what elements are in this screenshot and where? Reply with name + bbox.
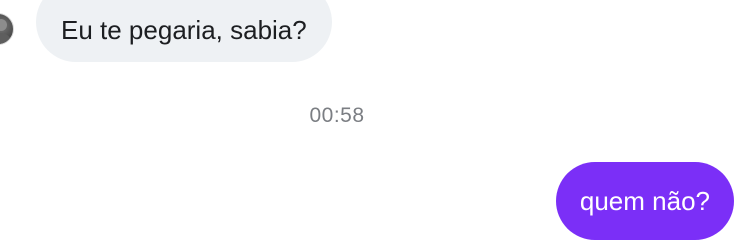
chat-thread: Eu te pegaria, sabia? 00:58 quem não? [0,0,750,250]
outgoing-message-bubble[interactable]: quem não? [555,162,734,240]
incoming-message-bubble[interactable]: Eu te pegaria, sabia? [36,0,332,62]
incoming-message-text: Eu te pegaria, sabia? [61,14,307,45]
contact-avatar[interactable] [0,13,14,45]
outgoing-message-text: quem não? [579,185,710,216]
avatar-photo-icon [0,19,11,44]
message-timestamp: 00:58 [309,104,365,127]
